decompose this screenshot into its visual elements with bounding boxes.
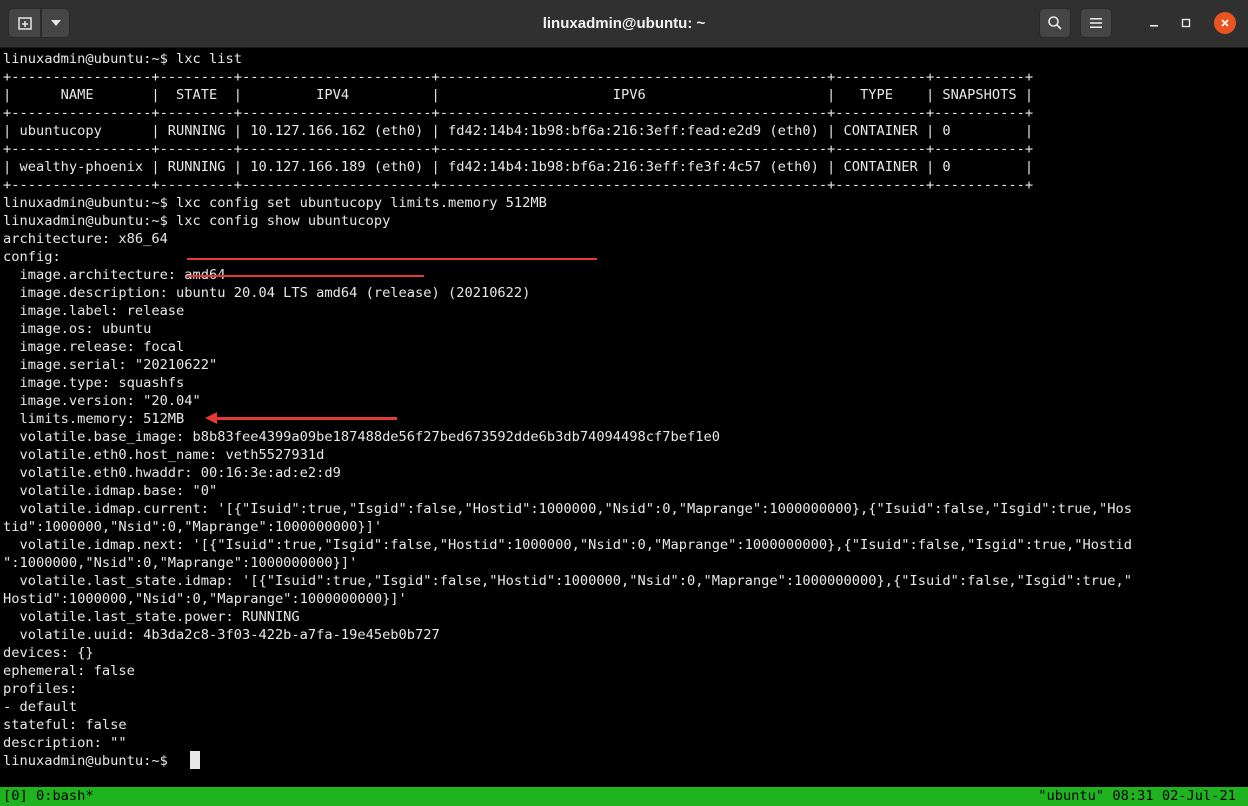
terminal-line: volatile.last_state.power: RUNNING — [3, 609, 300, 625]
terminal-line: volatile.last_state.idmap: '[{"Isuid":tr… — [3, 573, 1132, 589]
terminal-line: architecture: x86_64 — [3, 231, 168, 247]
terminal-line: Hostid":1000000,"Nsid":0,"Maprange":1000… — [3, 591, 407, 607]
terminal-line: +-----------------+---------+-----------… — [3, 105, 1034, 121]
terminal-line: tid":1000000,"Nsid":0,"Maprange":1000000… — [3, 519, 383, 535]
annotation-underline-show-command — [187, 275, 424, 277]
hamburger-menu-icon — [1090, 18, 1102, 28]
terminal-line: volatile.uuid: 4b3da2c8-3f03-422b-a7fa-1… — [3, 627, 440, 643]
terminal-line: image.label: release — [3, 303, 185, 319]
terminal-line: +-----------------+---------+-----------… — [3, 141, 1034, 157]
minimize-button[interactable] — [1143, 12, 1165, 34]
terminal-line: | NAME | STATE | IPV4 | IPV6 | TYPE | SN… — [3, 87, 1034, 103]
new-tab-icon — [17, 17, 32, 30]
terminal-output[interactable]: linuxadmin@ubuntu:~$ lxc list +---------… — [0, 47, 1248, 787]
terminal-line: volatile.base_image: b8b83fee4399a09be18… — [3, 429, 720, 445]
terminal-line: - default — [3, 699, 78, 715]
terminal-line: image.version: "20.04" — [3, 393, 201, 409]
search-icon — [1048, 16, 1062, 30]
tab-menu-dropdown-button[interactable] — [41, 8, 70, 38]
terminal-line: volatile.idmap.next: '[{"Isuid":true,"Is… — [3, 537, 1132, 553]
terminal-line: ":1000000,"Nsid":0,"Maprange":1000000000… — [3, 555, 358, 571]
terminal-line: limits.memory: 512MB — [3, 411, 185, 427]
minimize-icon — [1150, 25, 1158, 27]
search-button[interactable] — [1039, 8, 1071, 38]
terminal-line: linuxadmin@ubuntu:~$ lxc config show ubu… — [3, 213, 391, 229]
terminal-line: volatile.idmap.current: '[{"Isuid":true,… — [3, 501, 1132, 517]
text-cursor — [190, 751, 200, 769]
terminal-line: volatile.eth0.host_name: veth5527931d — [3, 447, 325, 463]
terminal-line: volatile.idmap.base: "0" — [3, 483, 218, 499]
terminal-line: stateful: false — [3, 717, 127, 733]
terminal-line: image.os: ubuntu — [3, 321, 152, 337]
terminal-line: description: "" — [3, 735, 127, 751]
maximize-button[interactable] — [1175, 12, 1197, 34]
terminal-line: volatile.eth0.hwaddr: 00:16:3e:ad:e2:d9 — [3, 465, 341, 481]
close-button[interactable] — [1214, 12, 1236, 34]
terminal-line: config: — [3, 249, 61, 265]
terminal-line: | wealthy-phoenix | RUNNING | 10.127.166… — [3, 159, 1034, 175]
annotation-arrow-limits-memory — [215, 417, 397, 420]
terminal-line: image.serial: "20210622" — [3, 357, 218, 373]
annotation-underline-set-command — [187, 258, 597, 260]
main-menu-button[interactable] — [1080, 8, 1112, 38]
terminal-line: linuxadmin@ubuntu:~$ lxc config set ubun… — [3, 195, 547, 211]
terminal-text: linuxadmin@ubuntu:~$ lxc list +---------… — [3, 50, 1132, 770]
terminal-line: | ubuntucopy | RUNNING | 10.127.166.162 … — [3, 123, 1034, 139]
terminal-line: image.release: focal — [3, 339, 185, 355]
terminal-line: ephemeral: false — [3, 663, 135, 679]
tmux-status-bar: [0] 0:bash* "ubuntu" 08:31 02-Jul-21 — [0, 787, 1248, 806]
terminal-line: profiles: — [3, 681, 78, 697]
annotation-arrow-head — [205, 412, 217, 424]
terminal-line: +-----------------+---------+-----------… — [3, 177, 1034, 193]
maximize-icon — [1181, 18, 1191, 28]
terminal-line: image.type: squashfs — [3, 375, 185, 391]
close-icon — [1221, 19, 1229, 27]
terminal-window: linuxadmin@ubuntu: ~ linuxadmin@ubuntu:~… — [0, 0, 1248, 806]
terminal-line: devices: {} — [3, 645, 94, 661]
title-bar: linuxadmin@ubuntu: ~ — [0, 0, 1248, 48]
status-host-time: "ubuntu" 08:31 02-Jul-21 — [1038, 788, 1236, 804]
terminal-line: +-----------------+---------+-----------… — [3, 69, 1034, 85]
new-tab-button[interactable] — [8, 8, 41, 38]
terminal-line: linuxadmin@ubuntu:~$ — [3, 753, 177, 769]
terminal-line: linuxadmin@ubuntu:~$ lxc list — [3, 51, 242, 67]
status-window-list[interactable]: [0] 0:bash* — [3, 787, 94, 806]
chevron-down-icon — [50, 20, 61, 26]
terminal-line: image.description: ubuntu 20.04 LTS amd6… — [3, 285, 531, 301]
